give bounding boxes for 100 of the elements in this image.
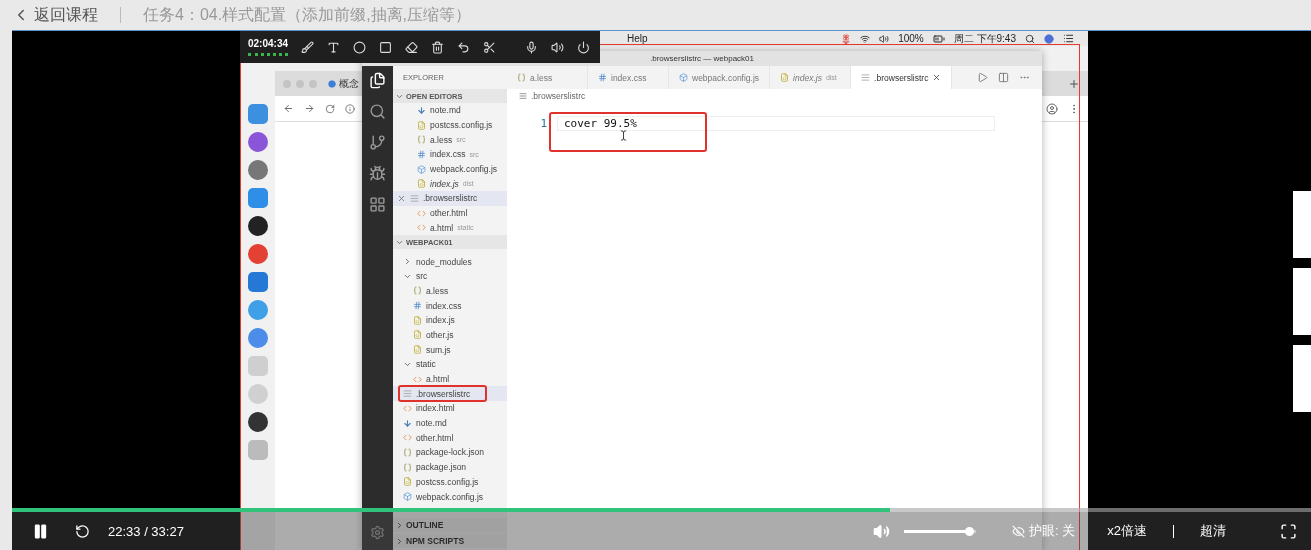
code-file-icon (413, 330, 422, 340)
grid-icon[interactable] (369, 196, 386, 213)
branch-icon[interactable] (369, 134, 386, 151)
wifi-icon[interactable] (860, 33, 871, 44)
back-link[interactable]: 返回课程 (12, 4, 98, 26)
clock-text: 周二 下午9:43 (953, 31, 1016, 46)
lines-icon (403, 389, 412, 399)
brush-icon[interactable] (301, 40, 315, 54)
breadcrumb[interactable]: .browserslistrc (531, 91, 586, 101)
hash-icon (413, 301, 422, 311)
microphone-icon[interactable] (525, 40, 538, 54)
file-item[interactable]: package.json (393, 459, 507, 475)
dock-app-icon[interactable] (247, 215, 269, 237)
browser-tab[interactable]: 概念 (328, 76, 359, 91)
file-item[interactable]: index.js (393, 312, 507, 328)
code-file-icon (413, 315, 422, 325)
menu-item[interactable]: Help (627, 33, 648, 44)
code-file-icon (403, 477, 412, 487)
quality-button[interactable]: 超清 (1200, 522, 1226, 540)
section-header[interactable]: NPM SCRIPTS (393, 534, 507, 548)
back-icon[interactable] (283, 103, 294, 114)
list-icon[interactable] (1063, 33, 1074, 44)
lines-icon (410, 193, 419, 203)
folder-item[interactable]: static (393, 357, 507, 372)
run-icon[interactable] (977, 72, 988, 83)
battery-percent: 100% (898, 33, 924, 44)
cube-icon (403, 492, 412, 502)
file-item[interactable]: webpack.config.js (393, 489, 507, 504)
file-item[interactable]: sum.js (393, 342, 507, 357)
code-icon (417, 223, 426, 233)
avatar-icon[interactable] (1046, 102, 1058, 115)
reload-icon[interactable] (325, 103, 335, 114)
code-file-icon (780, 73, 790, 82)
file-item[interactable]: package-lock.json (393, 445, 507, 460)
open-editor-item[interactable]: other.html (393, 205, 507, 221)
arrow-down-icon (417, 105, 426, 115)
split-icon[interactable] (998, 72, 1009, 83)
braces-icon (417, 135, 426, 145)
search-icon[interactable] (1025, 33, 1035, 44)
folder-item[interactable]: src (393, 268, 507, 284)
circle-icon[interactable] (353, 40, 367, 54)
pause-button[interactable] (32, 522, 49, 540)
volume-icon (873, 522, 891, 540)
info-icon[interactable] (345, 103, 355, 114)
close-icon[interactable] (397, 193, 406, 203)
open-editor-item[interactable]: .browserslistrc (393, 191, 507, 206)
fullscreen-button[interactable] (1280, 522, 1297, 540)
progress-track[interactable] (12, 508, 1311, 512)
hash-icon (417, 149, 426, 159)
undo-icon[interactable] (457, 40, 471, 54)
open-editor-item[interactable]: postcss.config.js (393, 117, 507, 133)
dock-app-icon[interactable] (247, 411, 269, 433)
favicon-icon (328, 79, 336, 88)
file-item[interactable]: index.html (393, 401, 507, 416)
text-cursor-icon (618, 130, 629, 141)
eraser-icon[interactable] (405, 40, 419, 54)
section-header[interactable]: OUTLINE (393, 518, 507, 532)
editor-tab[interactable]: .browserslistrc (851, 66, 953, 89)
speaker-icon[interactable] (551, 40, 564, 54)
file-item[interactable]: index.css (393, 298, 507, 313)
folder-item[interactable]: node_modules (393, 254, 507, 269)
file-item[interactable]: postcss.config.js (393, 474, 507, 490)
power-icon[interactable] (577, 40, 590, 54)
file-item[interactable]: other.js (393, 327, 507, 343)
file-item[interactable]: a.html (393, 371, 507, 387)
replay-button[interactable] (75, 523, 90, 539)
volume-icon[interactable] (879, 33, 890, 44)
battery-icon[interactable] (932, 32, 945, 45)
volume-thumb[interactable] (964, 526, 974, 536)
code-icon (413, 374, 422, 384)
lines-icon (861, 73, 871, 82)
close-icon[interactable] (932, 73, 942, 82)
code-icon (417, 208, 426, 218)
new-tab-icon[interactable] (1068, 77, 1080, 90)
file-item[interactable]: .browserslistrc (393, 386, 507, 402)
open-editor-item[interactable]: webpack.config.js (393, 161, 507, 177)
files-icon[interactable] (369, 72, 386, 89)
eye-care-label: 护眼: 关 (1029, 522, 1076, 540)
square-icon[interactable] (379, 40, 393, 54)
file-item[interactable]: note.md (393, 415, 507, 431)
search-icon[interactable] (369, 103, 386, 120)
code-icon (403, 433, 412, 443)
orb-icon[interactable] (1044, 33, 1054, 44)
forward-icon[interactable] (304, 103, 315, 114)
flower-icon[interactable] (841, 33, 852, 44)
cube-icon (417, 164, 426, 174)
playback-time: 22:33 / 33:27 (108, 523, 184, 539)
arrow-down-icon (403, 418, 412, 428)
settings-icon[interactable] (370, 525, 385, 540)
file-item[interactable]: other.html (393, 430, 507, 446)
scissors-icon[interactable] (483, 40, 497, 54)
bug-icon[interactable] (369, 165, 386, 182)
trash-icon[interactable] (431, 40, 445, 54)
chevron-right-icon (403, 257, 412, 267)
braces-icon (413, 286, 422, 296)
volume-button[interactable] (873, 522, 891, 540)
open-editor-item[interactable]: note.md (393, 103, 507, 118)
speed-button[interactable]: x2倍速 (1107, 522, 1147, 540)
text-tool-icon[interactable] (327, 40, 341, 54)
file-item[interactable]: a.less (393, 283, 507, 299)
